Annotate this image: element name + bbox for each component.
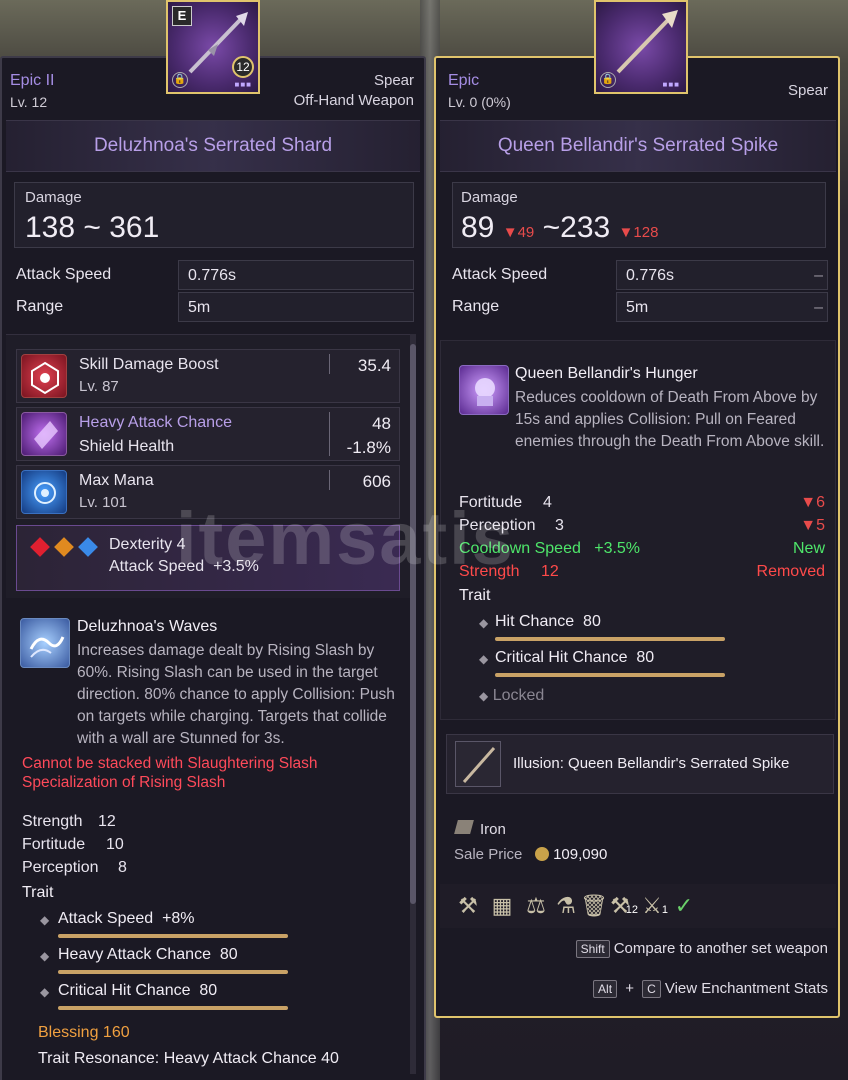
rune-level: Lv. 101 <box>79 494 128 511</box>
rarity-label: Epic II <box>10 72 55 89</box>
max-mana-icon <box>21 470 67 514</box>
blessing-value: Blessing 160 <box>38 1024 130 1041</box>
trait-header: Trait <box>459 587 491 604</box>
scale-icon[interactable]: ⚖ <box>524 894 548 918</box>
spear-icon <box>616 10 678 74</box>
illusion-card[interactable]: Illusion: Queen Bellandir's Serrated Spi… <box>446 734 834 794</box>
damage-label: Damage <box>25 189 82 206</box>
item-name: Deluzhnoa's Serrated Shard <box>6 120 420 172</box>
skill-damage-boost-icon <box>21 354 67 398</box>
damage-value: 138 ~ 361 <box>25 211 160 244</box>
skill-name: Deluzhnoa's Waves <box>77 618 218 635</box>
rune-value: 48 <box>372 414 391 433</box>
trait-resonance: Trait Resonance: Heavy Attack Chance 40 <box>38 1050 339 1067</box>
illusion-name: Illusion: Queen Bellandir's Serrated Spi… <box>513 755 790 772</box>
sale-price-row: Sale Price 109,090 <box>454 846 608 863</box>
skill-description: Reduces cooldown of Death From Above by … <box>515 389 825 450</box>
rune-value: 606 <box>362 472 391 491</box>
gem-stat: Dexterity 4 <box>109 536 186 553</box>
scrollbar-track[interactable] <box>410 334 416 1074</box>
quality-dots: ■■■ <box>234 80 252 89</box>
verified-icon[interactable]: ✓ <box>672 894 696 918</box>
gold-coin-icon <box>534 847 549 861</box>
weapon-type: Spear <box>787 82 828 99</box>
compare-set-action[interactable]: Shift Compare to another set weapon <box>575 940 828 958</box>
rune-level: Lv. 87 <box>79 378 119 395</box>
stat-row: Strength 12 <box>22 813 116 830</box>
orange-gem-icon <box>54 537 74 557</box>
rune-card[interactable]: Heavy Attack Chance Shield Health 48 -1.… <box>16 407 400 461</box>
anvil-icon[interactable]: ⚒ 12 <box>608 894 638 918</box>
stacking-warning: Cannot be stacked with Slaughtering Slas… <box>22 755 318 791</box>
rune-card[interactable]: Skill Damage Boost Lv. 87 35.4 <box>16 349 400 403</box>
rune-value: 35.4 <box>357 356 391 375</box>
iron-material-icon <box>454 820 474 834</box>
stat-row: Fortitude 10 <box>22 836 124 853</box>
blue-gem-icon <box>78 537 98 557</box>
item-level: Lv. 12 <box>10 94 48 110</box>
weapon-type: Spear <box>373 72 414 89</box>
heavy-attack-gem-icon <box>21 412 67 456</box>
skill-name: Queen Bellandir's Hunger <box>515 365 698 382</box>
trait-header: Trait <box>22 884 54 901</box>
range-label: Range <box>452 298 500 315</box>
enchant-level-badge: 12 <box>232 56 254 78</box>
illusion-spear-icon <box>455 741 501 787</box>
attack-speed-label: Attack Speed <box>452 266 548 283</box>
damage-label: Damage <box>461 189 518 206</box>
base-stats: Strength 12 Fortitude 10 Perception 8 <box>22 810 127 879</box>
storage-box-icon[interactable]: ▦ <box>490 894 514 918</box>
c-key: C <box>642 980 661 998</box>
rune-name: Heavy Attack Chance <box>79 414 232 431</box>
item-name: Queen Bellandir's Serrated Spike <box>440 120 836 172</box>
rune-sub-name: Shield Health <box>79 438 175 455</box>
scrollbar-thumb[interactable] <box>410 344 416 904</box>
equipped-item-icon[interactable]: E 🔒 12 ■■■ <box>166 0 260 94</box>
material-row: Iron <box>454 820 506 838</box>
damage-value: 89 ▼49 ~233 ▼128 <box>461 211 659 244</box>
range-value: 5m – <box>616 292 828 322</box>
rarity-label: Epic <box>448 72 480 89</box>
waves-skill-icon <box>20 618 70 668</box>
weapon-slot: Off-Hand Weapon <box>293 92 414 109</box>
lock-icon: 🔒 <box>600 72 616 88</box>
shift-key: Shift <box>575 940 610 958</box>
alt-key: Alt <box>593 980 618 998</box>
range-value: 5m <box>178 292 414 322</box>
action-toolbar: ⚒ ▦ ⚖ ⚗ 🗑 ⚒ 12 ⚔ 1 ✓ <box>440 884 836 928</box>
red-gem-icon <box>30 537 50 557</box>
attack-speed-value: 0.776s – <box>616 260 828 290</box>
rune-name: Max Mana <box>79 472 154 489</box>
item-level: Lv. 0 (0%) <box>448 94 511 110</box>
quality-dots: ■■■ <box>662 80 680 89</box>
transfer-icon[interactable]: ⚔ 1 <box>640 894 668 918</box>
flask-icon[interactable]: ⚗ <box>554 894 578 918</box>
stat-row: Perception 8 <box>22 859 127 876</box>
attack-speed-value: 0.776s <box>178 260 414 290</box>
trash-icon[interactable]: 🗑 <box>580 894 608 918</box>
rune-name: Skill Damage Boost <box>79 356 219 373</box>
damage-box: Damage 89 ▼49 ~233 ▼128 <box>452 182 826 248</box>
lock-icon: 🔒 <box>172 72 188 88</box>
compared-item-icon[interactable]: 🔒 ■■■ <box>594 0 688 94</box>
hunger-skill-icon <box>459 365 509 415</box>
rune-sub-value: -1.8% <box>346 438 391 457</box>
range-label: Range <box>16 298 64 315</box>
skill-description: Increases damage dealt by Rising Slash b… <box>77 642 395 747</box>
dismantle-icon[interactable]: ⚒ <box>456 894 480 918</box>
locked-trait: ◆ Locked <box>479 687 545 704</box>
attack-speed-label: Attack Speed <box>16 266 112 283</box>
enchant-stats-action[interactable]: Alt + C View Enchantment Stats <box>593 980 828 998</box>
watermark: itemsatis <box>176 497 515 580</box>
damage-box: Damage 138 ~ 361 <box>14 182 414 248</box>
